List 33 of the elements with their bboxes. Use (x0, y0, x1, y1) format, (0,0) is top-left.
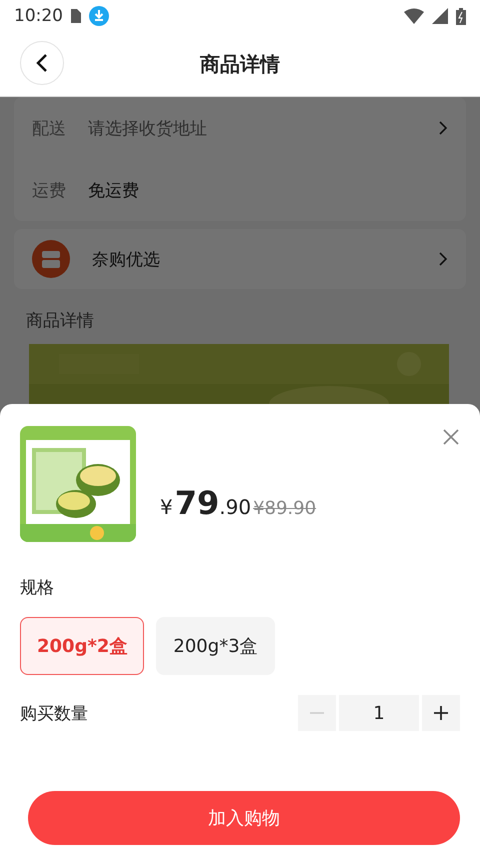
wifi-icon (404, 8, 424, 24)
increase-button[interactable] (422, 695, 460, 731)
minus-icon (310, 712, 324, 714)
chevron-right-icon (438, 251, 448, 267)
quantity-value: 1 (339, 695, 419, 731)
currency-symbol: ¥ (160, 495, 173, 519)
sim-icon (71, 9, 81, 23)
shop-logo-icon (32, 240, 70, 278)
section-title: 商品详情 (25, 310, 95, 333)
download-icon (89, 6, 109, 26)
shop-name: 奈购优选 (92, 248, 160, 270)
spec-label: 规格 (20, 577, 55, 599)
close-icon[interactable] (442, 428, 460, 446)
price-integer: 79 (174, 484, 220, 522)
spec-option[interactable]: 200g*3盒 (156, 617, 275, 675)
quantity-label: 购买数量 (20, 702, 88, 724)
price-decimal: .90 (219, 495, 252, 519)
add-to-cart-button[interactable]: 加入购物 (28, 791, 460, 845)
signal-icon (432, 8, 448, 24)
field-value: 请选择收货地址 (88, 118, 207, 140)
chevron-right-icon (438, 120, 448, 136)
plus-icon (434, 706, 448, 720)
battery-icon (456, 8, 466, 24)
back-button[interactable] (20, 41, 64, 85)
shop-row[interactable]: 奈购优选 (14, 229, 466, 289)
spec-option[interactable]: 200g*2盒 (20, 617, 144, 675)
original-price: ¥89.90 (253, 498, 316, 519)
status-time: 10:20 (14, 6, 63, 26)
field-value: 免运费 (88, 180, 139, 202)
page-title: 商品详情 (200, 50, 280, 78)
back-icon (36, 53, 48, 73)
field-label: 配送 (32, 118, 66, 140)
field-label: 运费 (32, 180, 66, 202)
